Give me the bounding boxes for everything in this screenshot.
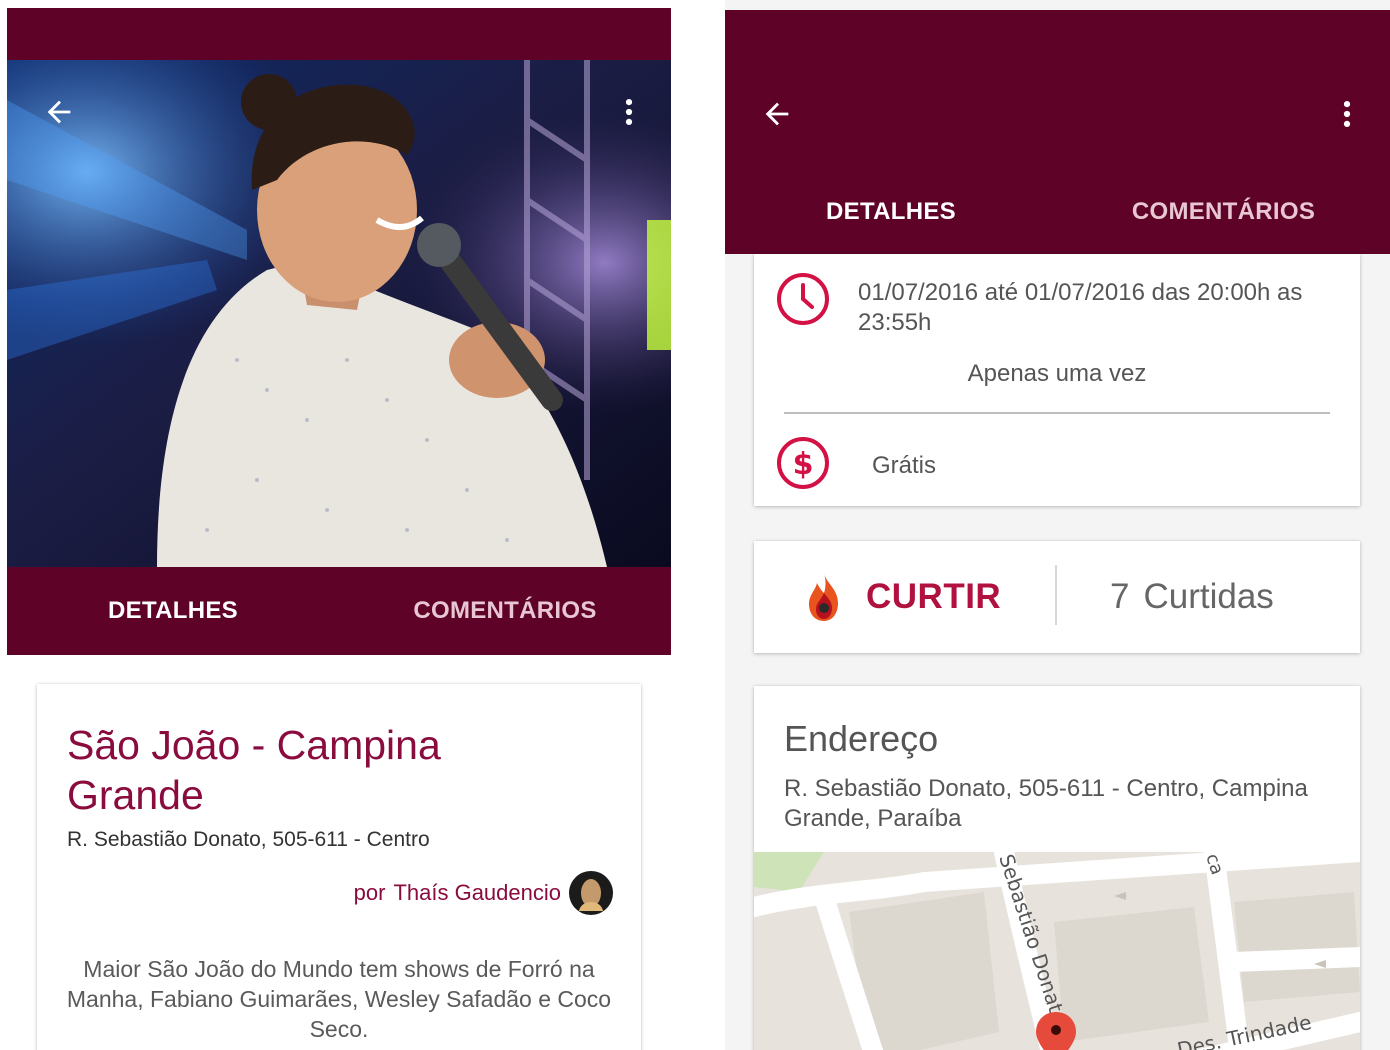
overflow-menu-button[interactable]	[1325, 92, 1369, 136]
avatar[interactable]	[569, 871, 613, 915]
divider	[1055, 565, 1057, 625]
event-address: R. Sebastião Donato, 505-611 - Centro	[67, 828, 430, 851]
author-prefix: por	[353, 880, 386, 905]
address-card: Endereço R. Sebastião Donato, 505-611 - …	[754, 686, 1360, 1050]
status-bar	[7, 8, 671, 60]
like-count-number: 7	[1110, 577, 1130, 616]
event-date-range: 01/07/2016 até 01/07/2016 das 20:00h as …	[858, 279, 1303, 336]
map-pin-icon[interactable]	[1036, 1012, 1076, 1050]
like-label: CURTIR	[866, 577, 1002, 616]
divider	[784, 412, 1330, 414]
author-row[interactable]: por Thaís Gaudencio	[354, 870, 613, 916]
address-text: R. Sebastião Donato, 505-611 - Centro, C…	[784, 775, 1308, 832]
flame-icon	[809, 573, 838, 621]
schedule-price-card: 01/07/2016 até 01/07/2016 das 20:00h as …	[754, 254, 1360, 506]
overflow-menu-button[interactable]	[607, 90, 651, 134]
event-recurrence: Apenas uma vez	[967, 360, 1147, 387]
dollar-icon: $	[777, 437, 829, 489]
tab-comentarios[interactable]: COMENTÁRIOS	[1057, 170, 1390, 254]
event-summary-card: São João - Campina Grande R. Sebastião D…	[37, 684, 641, 1050]
clock-icon	[777, 273, 829, 325]
like-count: 7 Curtidas	[1110, 541, 1274, 653]
author-name[interactable]: Thaís Gaudencio	[393, 880, 561, 906]
tab-comentarios[interactable]: COMENTÁRIOS	[339, 567, 671, 655]
arrow-back-icon	[765, 102, 789, 126]
tab-detalhes[interactable]: DETALHES	[7, 567, 339, 655]
like-count-label: Curtidas	[1143, 577, 1274, 616]
tab-detalhes[interactable]: DETALHES	[725, 170, 1057, 254]
more-vert-icon	[1343, 100, 1351, 128]
event-detail-screen-photo: DETALHES COMENTÁRIOS São João - Campina …	[7, 0, 671, 1050]
svg-text:$: $	[793, 447, 814, 482]
event-title: São João - Campina Grande	[67, 722, 441, 818]
location-map[interactable]: Sebastião Donato Des. Trindade ca	[754, 852, 1360, 1050]
like-card: CURTIR 7 Curtidas	[754, 541, 1360, 653]
back-button[interactable]	[755, 92, 799, 136]
event-description: Maior São João do Mundo tem shows de For…	[66, 956, 612, 1042]
event-hero-photo	[7, 60, 671, 567]
tab-bar: DETALHES COMENTÁRIOS	[7, 567, 671, 655]
event-detail-screen-scrolled: DETALHES COMENTÁRIOS 01/07/2016 até 01/0…	[725, 0, 1390, 1050]
address-title: Endereço	[784, 718, 939, 759]
event-price: Grátis	[872, 452, 937, 479]
app-bar: DETALHES COMENTÁRIOS	[725, 10, 1390, 254]
back-button[interactable]	[37, 90, 81, 134]
like-button[interactable]: CURTIR	[804, 541, 1001, 653]
more-vert-icon	[625, 98, 633, 126]
details-scroll-content[interactable]: 01/07/2016 até 01/07/2016 das 20:00h as …	[725, 254, 1390, 1050]
arrow-back-icon	[47, 100, 71, 124]
